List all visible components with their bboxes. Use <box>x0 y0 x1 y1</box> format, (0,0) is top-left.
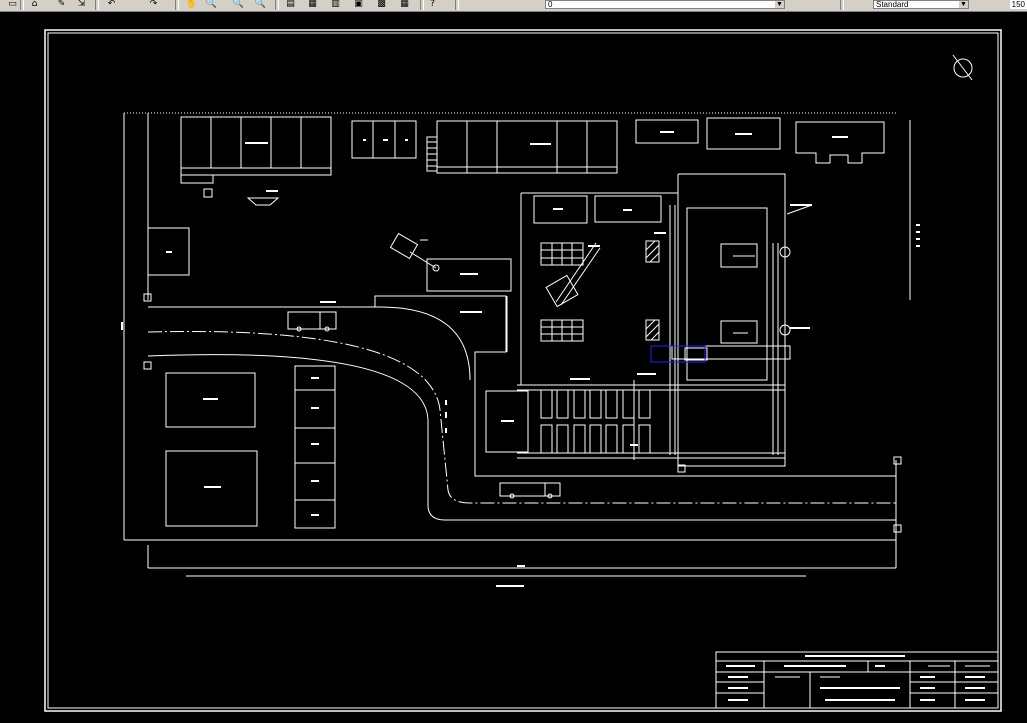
north-arrow-icon <box>952 54 973 81</box>
layer-dropdown[interactable]: 0 ▼ <box>545 0 785 9</box>
markup-icon[interactable]: ▩ <box>375 0 388 10</box>
outer-frame <box>44 29 1002 712</box>
marker-square <box>893 524 902 533</box>
truck-symbol <box>287 301 337 332</box>
rebar-grid-2 <box>540 319 584 342</box>
scale-field[interactable]: 150 <box>1009 0 1027 9</box>
design-center-icon[interactable]: ▦ <box>306 0 319 10</box>
right-edge-markers <box>916 224 920 247</box>
chevron-down-icon[interactable]: ▼ <box>959 1 968 8</box>
building-top-left <box>180 116 332 184</box>
toolbar-separator <box>455 0 459 10</box>
building-tr-3 <box>795 121 885 164</box>
open-icon[interactable]: ⌂ <box>28 0 41 10</box>
toolbar-separator <box>275 0 279 10</box>
tool-palettes-icon[interactable]: ▥ <box>329 0 342 10</box>
calculator-icon[interactable]: ▦ <box>398 0 411 10</box>
excavator-symbol <box>389 232 440 272</box>
toolbar-separator <box>175 0 179 10</box>
zoom-previous-icon[interactable]: 🔍 <box>254 0 267 10</box>
hatched-storage-1 <box>645 240 660 263</box>
site-plan-drawing <box>44 29 1002 712</box>
building-top-center <box>436 120 618 174</box>
pencil-icon[interactable]: ✎ <box>55 0 68 10</box>
inner-frame <box>47 32 999 709</box>
rebar-grid-1 <box>540 242 584 266</box>
road <box>147 295 896 521</box>
truck-symbol-2 <box>499 482 561 499</box>
building-bl-column <box>294 365 336 529</box>
help-icon[interactable]: ? <box>426 0 439 10</box>
dimension-lines <box>147 540 897 587</box>
zoom-realtime-icon[interactable]: 🔍 <box>205 0 218 10</box>
building-bl-2 <box>165 450 258 527</box>
stair-symbol <box>426 136 438 172</box>
redo-icon[interactable]: ↷ <box>147 0 160 10</box>
sink-symbol <box>246 197 280 206</box>
tower-crane-symbol <box>545 242 601 308</box>
building-small-cells <box>351 120 417 159</box>
drawing-canvas[interactable] <box>0 11 1027 719</box>
marker-square <box>893 456 902 465</box>
parking-stalls <box>540 378 651 454</box>
sheet-set-icon[interactable]: ▣ <box>352 0 365 10</box>
properties-icon[interactable]: ▤ <box>284 0 297 10</box>
layer-value: 0 <box>548 0 553 9</box>
toolbar-separator <box>420 0 424 10</box>
chevron-down-icon[interactable]: ▼ <box>775 1 784 8</box>
toolbar-separator <box>840 0 844 10</box>
undo-icon[interactable]: ↶ <box>105 0 118 10</box>
toolbar-separator <box>95 0 99 10</box>
pan-icon[interactable]: ✋ <box>185 0 198 10</box>
zoom-window-icon[interactable]: 🔍 <box>232 0 245 10</box>
title-block <box>715 651 999 709</box>
new-icon[interactable]: ▭ <box>6 0 19 10</box>
marker-square <box>203 188 213 198</box>
marker-square <box>143 361 152 370</box>
main-building-area <box>374 173 813 473</box>
toolbar-separator <box>20 0 24 10</box>
text-style-dropdown[interactable]: Standard ▼ <box>873 0 969 9</box>
match-properties-icon[interactable]: ⇲ <box>75 0 88 10</box>
hatched-storage-2 <box>645 319 660 341</box>
text-style-value: Standard <box>876 0 909 9</box>
